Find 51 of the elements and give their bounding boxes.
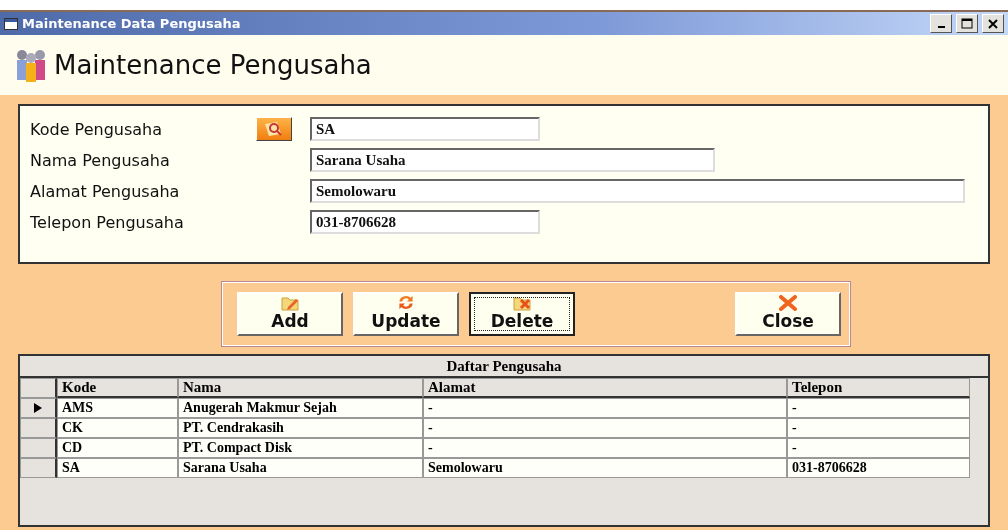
table-cell: - — [787, 398, 970, 418]
row-selector[interactable] — [20, 438, 57, 458]
refresh-icon — [396, 294, 416, 311]
text-field[interactable]: SA — [310, 117, 540, 141]
update-button[interactable]: Update — [353, 292, 459, 336]
table-cell: CK — [57, 418, 178, 438]
table-cell: - — [787, 438, 970, 458]
column-header[interactable]: Telepon — [787, 378, 970, 398]
text-field[interactable]: Semolowaru — [310, 179, 965, 203]
table-cell: - — [423, 438, 787, 458]
table-cell: Anugerah Makmur Sejah — [178, 398, 423, 418]
column-header[interactable]: Alamat — [423, 378, 787, 398]
table-cell: Sarana Usaha — [178, 458, 423, 478]
column-header[interactable]: Kode — [57, 378, 178, 398]
table-cell: - — [423, 418, 787, 438]
form-title: Maintenance Pengusaha — [54, 50, 372, 80]
maximize-icon — [961, 18, 973, 29]
row-selector[interactable] — [20, 458, 57, 478]
table-cell: PT. Compact Disk — [178, 438, 423, 458]
column-header[interactable]: Nama — [178, 378, 423, 398]
row-selector[interactable] — [20, 418, 57, 438]
close-icon — [778, 295, 798, 311]
table-cell: 031-8706628 — [787, 458, 970, 478]
current-row-icon — [34, 403, 42, 413]
window-icon — [4, 17, 18, 30]
table-cell: CD — [57, 438, 178, 458]
close-icon — [988, 18, 998, 29]
minimize-icon — [937, 26, 945, 28]
text-field[interactable]: Sarana Usaha — [310, 148, 715, 172]
table-cell: Semolowaru — [423, 458, 787, 478]
field-label: Nama Pengusaha — [30, 150, 171, 170]
table-cell: - — [423, 398, 787, 418]
folder-x-icon — [512, 295, 532, 311]
delete-button[interactable]: Delete — [469, 292, 575, 336]
folder-pencil-icon — [280, 295, 300, 311]
maximize-button[interactable] — [956, 14, 978, 33]
table-cell: SA — [57, 458, 178, 478]
field-label: Telepon Pengusaha — [30, 212, 185, 232]
minimize-button[interactable] — [930, 14, 952, 33]
table-cell: - — [787, 418, 970, 438]
add-button[interactable]: Add — [237, 292, 343, 336]
field-label: Alamat Pengusaha — [30, 181, 181, 201]
lookup-button[interactable] — [256, 117, 292, 141]
table-cell: PT. Cendrakasih — [178, 418, 423, 438]
close-button[interactable]: Close — [735, 292, 841, 336]
text-field[interactable]: 031-8706628 — [310, 210, 540, 234]
table-cell: AMS — [57, 398, 178, 418]
window-title: Maintenance Data Pengusaha — [22, 16, 242, 31]
row-selector[interactable] — [20, 398, 57, 418]
close-button[interactable] — [982, 14, 1004, 33]
field-label: Kode Pengusaha — [30, 119, 163, 139]
